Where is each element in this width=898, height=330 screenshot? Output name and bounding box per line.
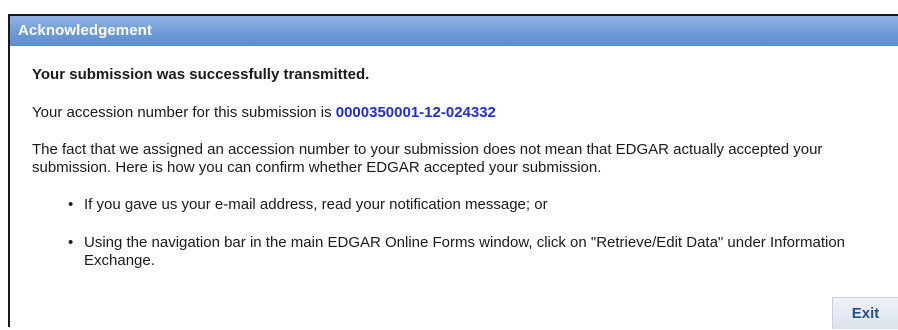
acceptance-notice: The fact that we assigned an accession n… xyxy=(32,141,823,176)
confirmation-steps: • If you gave us your e-mail address, re… xyxy=(68,196,898,270)
exit-button[interactable]: Exit xyxy=(832,297,898,329)
list-item-text: Using the navigation bar in the main EDG… xyxy=(84,234,846,269)
list-item: • If you gave us your e-mail address, re… xyxy=(68,196,898,214)
bullet-icon: • xyxy=(68,196,74,213)
accession-prefix: Your accession number for this submissio… xyxy=(32,104,336,121)
list-item: • Using the navigation bar in the main E… xyxy=(68,234,898,270)
accession-line: Your accession number for this submissio… xyxy=(32,104,496,121)
accession-number: 0000350001-12-024332 xyxy=(335,104,496,121)
dialog-title: Acknowledgement xyxy=(10,16,898,46)
success-headline: Your submission was successfully transmi… xyxy=(32,66,370,83)
list-item-text: If you gave us your e-mail address, read… xyxy=(84,196,548,213)
acknowledgement-dialog: Acknowledgement Your submission was succ… xyxy=(8,14,898,329)
bullet-icon: • xyxy=(68,234,74,251)
